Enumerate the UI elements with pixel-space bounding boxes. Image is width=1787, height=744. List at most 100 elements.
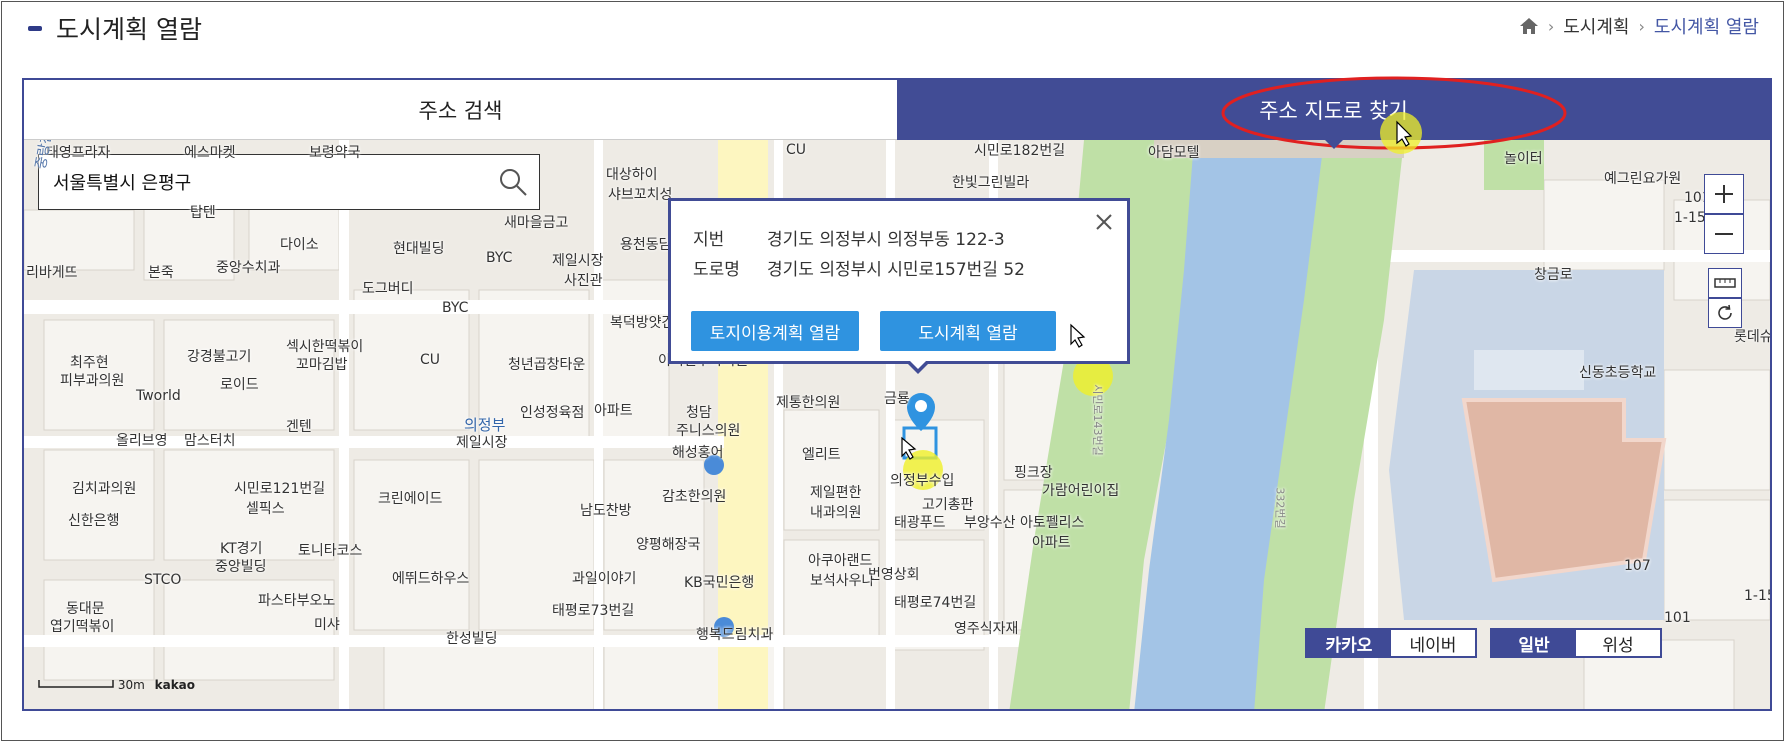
- address-search-input[interactable]: [39, 170, 487, 194]
- toggle-normal[interactable]: 일반: [1492, 630, 1576, 656]
- map-label: 행복드림치과: [696, 627, 774, 643]
- search-icon[interactable]: [487, 155, 539, 209]
- scale-distance: 30m: [117, 678, 145, 692]
- map-label: 태광푸드: [894, 515, 946, 531]
- map-label: 인성정육점: [520, 405, 585, 421]
- zoom-in-button[interactable]: [1704, 174, 1744, 214]
- map-brand-logo: kakao: [154, 678, 196, 692]
- jibun-value: 경기도 의정부시 의정부동 122-3: [767, 230, 1005, 250]
- map-label: 핑크장: [1014, 465, 1053, 481]
- map-label: 로이드: [220, 377, 259, 393]
- map-label: 양평해장국: [636, 537, 701, 553]
- map-label: 파스타부오노: [258, 593, 336, 609]
- map-label: 시민로182번길: [974, 143, 1066, 159]
- map-label: 대상하이: [606, 167, 658, 183]
- map-label: Tworld: [136, 388, 181, 404]
- map-label: 아파트: [1032, 535, 1071, 551]
- map-label: 최주현: [70, 355, 109, 371]
- parcel-info-popup: 지번 경기도 의정부시 의정부동 122-3 도로명 경기도 의정부시 시민로1…: [668, 198, 1130, 364]
- map-label: 고기총판: [922, 497, 974, 513]
- map-label: 제일편한: [810, 485, 862, 501]
- map-label: 시민로121번길: [234, 481, 326, 497]
- tab-pointer: [1324, 140, 1343, 149]
- toggle-naver[interactable]: 네이버: [1391, 630, 1475, 656]
- map-label: 에뛰드하우스: [392, 571, 470, 587]
- map-label: 과일이야기: [572, 571, 637, 587]
- map-label: 제일시장: [456, 435, 508, 451]
- map-label: 101: [1664, 610, 1691, 626]
- toggle-satellite[interactable]: 위성: [1576, 630, 1660, 656]
- map-label: 예그린요가원: [1604, 171, 1682, 187]
- zoom-out-button[interactable]: [1704, 214, 1744, 254]
- reset-map-button[interactable]: [1708, 298, 1742, 328]
- map-panel: 주소 검색 주소 지도로 찾기 서울특별시 은평구 태영프라자 에스마켓 보령약…: [22, 78, 1772, 711]
- refresh-icon: [1718, 304, 1732, 320]
- map-label: 해성홍어: [672, 445, 724, 461]
- breadcrumb-item-current[interactable]: 도시계획 열람: [1654, 13, 1759, 39]
- map-label: 신동초등학교: [1579, 365, 1657, 381]
- map-label: 청담: [686, 405, 712, 421]
- map-label: 청년곱창타운: [508, 357, 586, 373]
- land-use-plan-button[interactable]: 토지이용계획 열람: [691, 311, 859, 351]
- home-icon[interactable]: [1519, 17, 1539, 35]
- map-label: 가람어린이집: [1042, 483, 1120, 499]
- map-label: 셀픽스: [246, 501, 285, 517]
- tab-address-map-label: 주소 지도로 찾기: [1259, 99, 1408, 123]
- plus-icon: [1715, 185, 1733, 203]
- map-label: 주니스의원: [676, 423, 741, 439]
- map-label: 놀이터: [1504, 151, 1543, 167]
- map-label: 꼬마김밥: [296, 357, 348, 373]
- title-marker: [28, 25, 42, 31]
- popup-tail-inner: [909, 360, 927, 369]
- map-scale: 30m kakao: [38, 678, 195, 692]
- title-bar: 도시계획 열람: [28, 10, 202, 46]
- close-icon[interactable]: [1093, 211, 1115, 233]
- map-label: 번영상회: [868, 567, 920, 583]
- map-label: 엽기떡볶이: [50, 619, 115, 635]
- map-label: 올리브영: [116, 433, 168, 449]
- measure-distance-button[interactable]: [1708, 268, 1742, 298]
- map-label: 332번길: [1273, 487, 1287, 529]
- map-type-toggle: 일반 위성: [1490, 628, 1662, 658]
- map-label: 김치과의원: [72, 481, 137, 497]
- map-label: 크린에이드: [378, 491, 443, 507]
- map-label: 태평로73번길: [552, 603, 635, 619]
- tab-bar: 주소 검색 주소 지도로 찾기: [24, 80, 1770, 149]
- tab-address-search[interactable]: 주소 검색: [24, 80, 897, 140]
- map-label: 도그버디: [362, 281, 414, 297]
- toggle-kakao[interactable]: 카카오: [1307, 630, 1391, 656]
- map-label: 한빛그린빌라: [952, 175, 1030, 191]
- map-label: 동대문: [66, 601, 105, 617]
- map-label: 탑텐: [190, 205, 216, 221]
- map-label: 새마을금고: [504, 215, 569, 231]
- map-label: 보령약국: [309, 145, 361, 161]
- map-label: CU: [786, 142, 807, 158]
- map-label: 한성빌딩: [446, 631, 498, 647]
- road-key: 도로명: [693, 260, 740, 280]
- minus-icon: [1715, 233, 1733, 235]
- breadcrumb-separator: ›: [1638, 16, 1645, 36]
- map-view[interactable]: 태영프라자 에스마켓 보령약국 CU 대상하이샤브꼬치성 한빛그린빌라 아담모텔 놀이터예그린…: [24, 140, 1770, 709]
- map-label: 리바게뜨: [26, 265, 78, 281]
- map-label: BYC: [442, 300, 469, 316]
- map-label: 남도찬방: [580, 503, 632, 519]
- tab-address-map[interactable]: 주소 지도로 찾기: [897, 80, 1770, 149]
- jibun-row: 지번 경기도 의정부시 의정부동 122-3: [693, 225, 1005, 250]
- map-label: 강경불고기: [187, 349, 252, 365]
- map-label: 샤브꼬치성: [608, 187, 673, 203]
- map-label: 제일시장: [552, 253, 604, 269]
- city-plan-button[interactable]: 도시계획 열람: [880, 311, 1056, 351]
- map-label: BYC: [486, 250, 513, 266]
- map-label: 아쿠아랜드: [808, 553, 873, 569]
- map-label: 보석사우나: [810, 573, 875, 589]
- map-label: 제통한의원: [776, 395, 841, 411]
- map-label: KB국민은행: [684, 575, 755, 591]
- road-value: 경기도 의정부시 시민로157번길 52: [767, 260, 1025, 280]
- map-label: 롯데슈퍼: [1734, 329, 1770, 345]
- map-label: 시민로143번길: [1090, 384, 1104, 456]
- map-provider-toggle: 카카오 네이버: [1305, 628, 1477, 658]
- breadcrumb-item-city-plan[interactable]: 도시계획: [1563, 13, 1629, 39]
- ruler-icon: [1714, 278, 1736, 288]
- map-label: 중앙빌딩: [215, 559, 267, 575]
- map-label: STCO: [144, 572, 182, 588]
